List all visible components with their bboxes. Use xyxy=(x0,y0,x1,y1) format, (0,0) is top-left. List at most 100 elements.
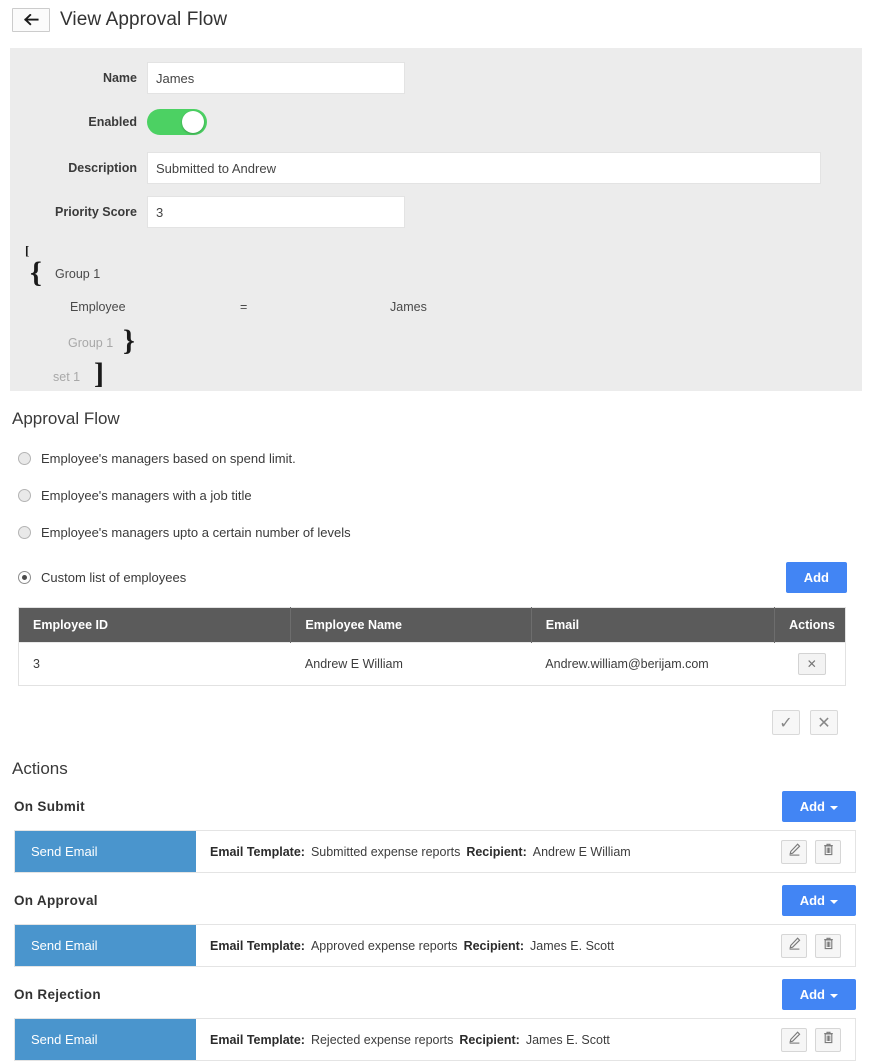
name-label: Name xyxy=(102,71,137,85)
radio-icon xyxy=(18,526,31,539)
action-block-on-approval: On Approval Add Send Email Email Templat… xyxy=(14,885,856,967)
priority-score-row: Priority Score xyxy=(10,196,862,228)
cancel-button[interactable]: ✕ xyxy=(810,710,838,735)
radio-option-levels[interactable]: Employee's managers upto a certain numbe… xyxy=(18,525,870,540)
cell-actions: ✕ xyxy=(774,642,846,686)
radio-icon-selected xyxy=(18,571,31,584)
email-template-label: Email Template: xyxy=(210,1032,305,1047)
action-details: Email Template: Rejected expense reports… xyxy=(196,1019,781,1060)
radio-option-custom-list[interactable]: Custom list of employees xyxy=(18,570,186,585)
accept-button[interactable]: ✓ xyxy=(772,710,800,735)
column-actions: Actions xyxy=(774,607,846,643)
email-template-value: Approved expense reports xyxy=(310,938,458,953)
add-action-label: Add xyxy=(799,987,825,1002)
description-input[interactable] xyxy=(147,152,821,184)
condition-operator[interactable]: = xyxy=(240,300,390,314)
recipient-value: Andrew E William xyxy=(532,844,631,859)
action-header: On Approval Add xyxy=(14,885,856,916)
confirm-cancel-row: ✓ ✕ xyxy=(0,710,838,735)
approval-flow-options: Employee's managers based on spend limit… xyxy=(18,451,870,540)
description-row: Description xyxy=(10,152,862,184)
column-email: Email xyxy=(531,607,776,643)
condition-value[interactable]: James xyxy=(390,300,510,314)
recipient-value: James E. Scott xyxy=(525,1032,610,1047)
action-block-on-submit: On Submit Add Send Email Email Template:… xyxy=(14,791,856,873)
recipient-label: Recipient: xyxy=(466,844,527,859)
action-header: On Submit Add xyxy=(14,791,856,822)
edit-action-button[interactable] xyxy=(781,933,807,958)
edit-action-button[interactable] xyxy=(781,1027,807,1052)
remove-employee-button[interactable]: ✕ xyxy=(797,653,826,675)
chevron-down-icon xyxy=(830,899,838,904)
set-close-label: set 1 xyxy=(53,370,81,384)
action-card: Send Email Email Template: Submitted exp… xyxy=(14,830,856,873)
add-action-button-on-rejection[interactable]: Add xyxy=(781,979,856,1010)
column-employee-id: Employee ID xyxy=(18,607,292,643)
name-row: Name xyxy=(10,62,862,94)
action-type-badge: Send Email xyxy=(15,925,196,966)
add-action-button-on-submit[interactable]: Add xyxy=(781,791,856,822)
back-button[interactable] xyxy=(12,8,50,32)
cell-employee-id: 3 xyxy=(18,642,291,686)
column-employee-name: Employee Name xyxy=(290,607,532,643)
action-header: On Rejection Add xyxy=(14,979,856,1010)
email-template-value: Rejected expense reports xyxy=(310,1032,454,1047)
radio-label: Employee's managers with a job title xyxy=(41,488,252,503)
page-title: View Approval Flow xyxy=(60,9,228,30)
add-action-label: Add xyxy=(799,893,825,908)
action-heading: On Submit xyxy=(14,799,85,814)
radio-label: Employee's managers based on spend limit… xyxy=(41,451,296,466)
employee-table: Employee ID Employee Name Email Actions … xyxy=(18,607,846,686)
back-arrow-icon xyxy=(23,14,39,26)
cell-employee-name: Andrew E William xyxy=(290,642,532,686)
action-tools xyxy=(781,1019,855,1060)
approval-flow-title: Approval Flow xyxy=(12,409,120,428)
set-open-bracket: [ xyxy=(25,243,30,258)
chevron-down-icon xyxy=(830,993,838,998)
action-heading: On Approval xyxy=(14,893,98,908)
action-type-badge: Send Email xyxy=(15,831,196,872)
action-details: Email Template: Approved expense reports… xyxy=(196,925,781,966)
action-tools xyxy=(781,831,855,872)
condition-field[interactable]: Employee xyxy=(70,300,240,314)
radio-option-job-title[interactable]: Employee's managers with a job title xyxy=(18,488,870,503)
table-row: 3 Andrew E William Andrew.william@berija… xyxy=(18,642,846,686)
close-icon: ✕ xyxy=(817,714,831,732)
action-details: Email Template: Submitted expense report… xyxy=(196,831,781,872)
enabled-row: Enabled xyxy=(10,106,862,138)
edit-action-button[interactable] xyxy=(781,839,807,864)
group-close-label: Group 1 xyxy=(68,336,114,350)
delete-action-button[interactable] xyxy=(815,1027,841,1052)
delete-action-button[interactable] xyxy=(815,839,841,864)
action-block-on-rejection: On Rejection Add Send Email Email Templa… xyxy=(14,979,856,1061)
toggle-knob xyxy=(182,111,204,133)
recipient-label: Recipient: xyxy=(463,938,524,953)
radio-label: Employee's managers upto a certain numbe… xyxy=(41,525,351,540)
radio-icon xyxy=(18,452,31,465)
recipient-value: James E. Scott xyxy=(530,938,615,953)
radio-option-spend-limit[interactable]: Employee's managers based on spend limit… xyxy=(18,451,870,466)
actions-title: Actions xyxy=(12,759,68,778)
enabled-toggle[interactable] xyxy=(147,109,207,135)
pencil-icon xyxy=(788,1030,801,1049)
email-template-label: Email Template: xyxy=(210,938,305,953)
description-label: Description xyxy=(68,161,137,175)
page-header: View Approval Flow xyxy=(0,0,870,40)
radio-label: Custom list of employees xyxy=(41,570,187,585)
action-type-badge: Send Email xyxy=(15,1019,196,1060)
delete-action-button[interactable] xyxy=(815,933,841,958)
set-close-bracket: ] xyxy=(94,357,104,390)
radio-icon xyxy=(18,489,31,502)
table-header-row: Employee ID Employee Name Email Actions xyxy=(18,607,846,643)
priority-score-label: Priority Score xyxy=(55,205,137,219)
add-employee-button[interactable]: Add xyxy=(785,562,847,593)
add-action-button-on-approval[interactable]: Add xyxy=(781,885,856,916)
add-action-label: Add xyxy=(799,799,825,814)
priority-score-input[interactable] xyxy=(147,196,405,228)
check-icon: ✓ xyxy=(779,714,793,732)
custom-list-row: Custom list of employees Add xyxy=(18,562,847,593)
trash-icon xyxy=(822,1031,835,1049)
condition-builder: [ { Group 1 Employee = James Group 1 } s… xyxy=(10,240,862,389)
name-input[interactable] xyxy=(147,62,405,94)
email-template-label: Email Template: xyxy=(210,844,305,859)
